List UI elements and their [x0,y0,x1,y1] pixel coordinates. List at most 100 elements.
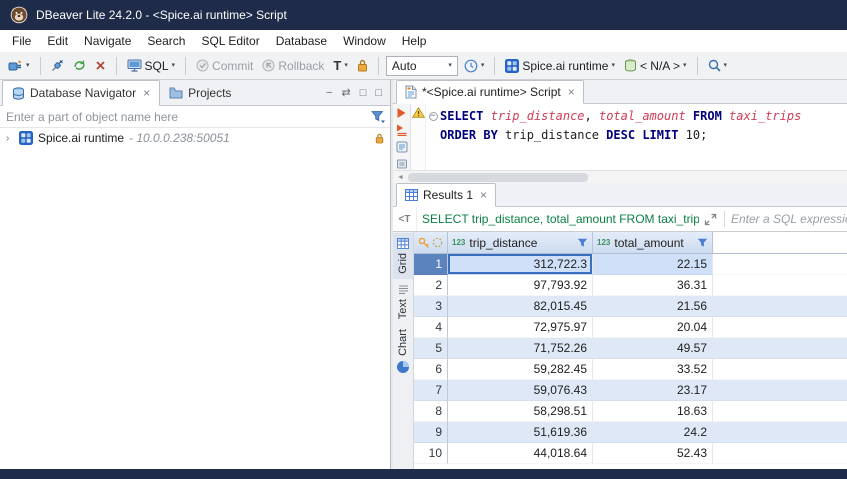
cell-total-amount[interactable]: 36.31 [593,275,713,296]
connection-tree-item[interactable]: › Spice.ai runtime - 10.0.0.238:50051 [0,128,390,148]
cell-total-amount[interactable]: 52.43 [593,443,713,464]
cell-trip-distance[interactable]: 59,076.43 [448,380,593,401]
tree-expander-icon[interactable]: › [6,133,14,144]
commit-mode-value: Auto [392,59,417,73]
result-view-tabs: Grid Text Chart [393,232,414,469]
cell-trip-distance[interactable]: 82,015.45 [448,296,593,317]
cell-trip-distance[interactable]: 97,793.92 [448,275,593,296]
reconnect-button[interactable] [70,57,89,74]
result-query-text[interactable]: SELECT trip_distance, total_amount FROM … [417,212,699,226]
cell-trip-distance[interactable]: 59,282.45 [448,359,593,380]
minimize-icon[interactable]: □ [360,87,367,99]
sort-filter-icon[interactable] [697,238,708,248]
object-name-filter-input[interactable] [0,106,367,127]
tab-database-navigator[interactable]: Database Navigator × [2,80,160,106]
row-number[interactable]: 10 [414,443,448,464]
menu-item-database[interactable]: Database [268,31,335,51]
cell-total-amount[interactable]: 23.17 [593,380,713,401]
cell-total-amount[interactable]: 24.2 [593,422,713,443]
script-options-icon[interactable] [396,158,408,170]
cell-total-amount[interactable]: 22.15 [593,254,713,275]
cell-total-amount[interactable]: 33.52 [593,359,713,380]
menu-item-file[interactable]: File [4,31,39,51]
grid-header-corner[interactable] [414,232,448,253]
connection-name: Spice.ai runtime [38,131,124,145]
rollback-button[interactable]: Rollback [259,57,327,75]
cell-total-amount[interactable]: 18.63 [593,401,713,422]
view-tab-chart[interactable]: Chart [393,324,413,379]
row-number[interactable]: 9 [414,422,448,443]
tab-projects[interactable]: Projects [160,80,240,105]
collapse-all-icon[interactable]: − [326,87,332,99]
row-number[interactable]: 7 [414,380,448,401]
cell-trip-distance[interactable]: 44,018.64 [448,443,593,464]
scrollbar-thumb[interactable] [408,173,588,182]
scroll-left-icon[interactable]: ◄ [393,174,408,181]
row-number[interactable]: 1 [414,254,448,275]
commit-icon [196,59,209,72]
sort-filter-icon[interactable] [577,238,588,248]
cell-total-amount[interactable]: 21.56 [593,296,713,317]
menu-item-window[interactable]: Window [335,31,394,51]
expand-filter-icon[interactable] [704,213,717,226]
execute-script-icon[interactable] [396,124,408,136]
row-number[interactable]: 4 [414,317,448,338]
commit-button[interactable]: Commit [193,57,256,75]
filter-funnel-icon[interactable] [371,110,385,123]
query-history-button[interactable]: ▾ [461,57,488,75]
cell-total-amount[interactable]: 20.04 [593,317,713,338]
execute-statement-icon[interactable] [396,107,407,119]
sql-editor-button[interactable]: SQL ▾ [124,57,179,75]
transaction-log-button[interactable]: T ▾ [330,56,350,75]
row-filler [713,422,847,443]
row-number[interactable]: 8 [414,401,448,422]
close-icon[interactable]: × [568,85,575,99]
column-header-trip-distance[interactable]: 123 trip_distance [448,232,593,253]
sql-token [483,109,490,123]
row-number[interactable]: 3 [414,296,448,317]
tab-sql-script[interactable]: *<Spice.ai runtime> Script × [396,80,584,104]
cell-trip-distance[interactable]: 312,722.3 [448,254,593,275]
fold-collapse-icon[interactable]: − [429,112,438,121]
menu-item-help[interactable]: Help [394,31,435,51]
cell-total-amount[interactable]: 49.57 [593,338,713,359]
cell-trip-distance[interactable]: 58,298.51 [448,401,593,422]
window-title: DBeaver Lite 24.2.0 - <Spice.ai runtime>… [36,8,287,22]
lock-icon [357,59,368,72]
view-tab-text[interactable]: Text [393,279,413,324]
column-header-total-amount[interactable]: 123 total_amount [593,232,713,253]
view-tab-grid[interactable]: Grid [393,233,413,279]
close-icon[interactable]: × [143,86,150,100]
sql-token: LIMIT [642,128,678,142]
disconnect-button[interactable] [92,58,109,73]
connection-selector[interactable]: Spice.ai runtime ▾ [502,57,618,75]
readonly-lock-button[interactable] [354,57,371,74]
cell-trip-distance[interactable]: 51,619.36 [448,422,593,443]
dbeaver-window: DBeaver Lite 24.2.0 - <Spice.ai runtime>… [0,0,847,479]
rollback-label: Rollback [278,59,324,73]
cell-trip-distance[interactable]: 72,975.97 [448,317,593,338]
cell-trip-distance[interactable]: 71,752.26 [448,338,593,359]
editor-horizontal-scrollbar[interactable]: ◄ [393,170,847,183]
row-number[interactable]: 5 [414,338,448,359]
menu-item-sql-editor[interactable]: SQL Editor [193,31,267,51]
row-number[interactable]: 2 [414,275,448,296]
connect-button[interactable] [48,57,67,74]
link-with-editor-icon[interactable]: ⇄ [341,86,350,99]
commit-mode-combo[interactable]: Auto ▾ [386,56,458,76]
row-number[interactable]: 6 [414,359,448,380]
filter-expression-input[interactable]: Enter a SQL expression to [727,212,847,226]
search-button[interactable]: ▾ [705,57,731,74]
menu-item-edit[interactable]: Edit [39,31,76,51]
menu-item-navigate[interactable]: Navigate [76,31,139,51]
explain-plan-icon[interactable] [396,141,408,153]
close-icon[interactable]: × [480,188,487,202]
sql-editor[interactable]: − SELECT trip_distance, total_amount FRO… [426,104,847,170]
database-stack-icon [12,87,25,100]
new-connection-button[interactable]: ▾ [5,57,33,75]
sql-button-label: SQL [145,59,169,73]
maximize-icon[interactable]: □ [375,87,382,99]
database-selector[interactable]: < N/A > ▾ [621,57,690,75]
menu-item-search[interactable]: Search [139,31,193,51]
tab-results-1[interactable]: Results 1 × [396,183,496,207]
